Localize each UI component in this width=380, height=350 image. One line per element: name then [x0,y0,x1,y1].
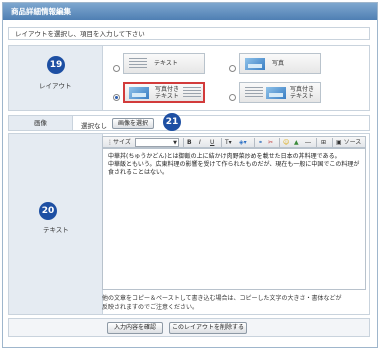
text-color-icon[interactable]: T▾ [225,138,232,147]
text-label-cell: 20 テキスト [9,134,103,314]
photo-icon [129,87,149,99]
source-icon: ▣ [336,139,342,146]
delete-layout-button[interactable]: このレイアウトを削除する [169,322,247,334]
image-label: 画像 [9,116,73,130]
editor-paragraph: 中華丼(ちゅうかどん)とは御飯の上に結かけ肉野菜炒めを載せた日本の丼料理である。 [108,153,341,160]
font-size-label: サイズ [113,139,131,146]
instruction-text: レイアウトを選択し、項目を入力して下さい [8,27,370,40]
photo-icon [266,87,286,99]
horizontal-rule-icon[interactable]: ― [305,138,311,147]
layout-option-label: テキスト [154,60,178,67]
step-badge-20: 20 [39,202,57,220]
layout-card-text[interactable]: テキスト [123,53,205,74]
layout-option-text-photo[interactable]: 写真付き テキスト [229,82,323,103]
layout-radio-photo-text[interactable] [113,94,120,101]
image-status: 選択なし [81,122,107,130]
layout-radio-photo[interactable] [229,65,236,72]
text-lines-icon [245,87,263,99]
step-badge-21: 21 [163,113,181,131]
unlink-icon[interactable]: ✂ [268,138,273,147]
italic-button[interactable]: I [199,138,201,147]
toolbar-divider [183,138,184,147]
select-image-button[interactable]: 画像を選択 [112,118,154,129]
font-size-select[interactable]: ▼ [135,138,179,147]
source-label: ソース [343,139,362,146]
layout-card-text-photo[interactable]: 写真付き テキスト [239,82,321,103]
action-bar: 入力内容を確認 このレイアウトを削除する [8,318,370,337]
editor-toolbar: ⋮ サイズ ▼ B I U T▾ ◈▾ ⚭ ✂ ☺ ▲ ― ⊞ ▣ ソース [102,136,366,148]
layout-option-photo-text[interactable]: 写真付き テキスト [113,82,207,103]
step-badge-19: 19 [47,56,65,74]
image-row: 画像 選択なし 画像を選択 21 [8,113,370,131]
paste-notice: 他の文章をコピー＆ペーストして書き込む場合は、コピーした文字の大きさ・書体などが… [102,294,366,312]
layout-card-photo-text[interactable]: 写真付き テキスト [123,82,205,103]
smiley-icon[interactable]: ☺ [283,138,289,147]
toolbar-divider [316,138,317,147]
paste-notice-line: 反映されますのでご注意ください。 [102,304,199,311]
layout-label: レイアウト [39,82,72,90]
layout-section: 19 レイアウト テキスト 写真 写真付き テキスト 写真付き テキスト [8,45,370,111]
toolbar-divider [279,138,280,147]
layout-label-cell: 19 レイアウト [9,46,103,110]
layout-option-photo[interactable]: 写真 [229,53,323,74]
toolbar-divider [332,138,333,147]
background-color-icon[interactable]: ◈▾ [239,138,247,147]
toolbar-divider [221,138,222,147]
layout-card-photo[interactable]: 写真 [239,53,321,74]
layout-radio-text[interactable] [113,65,120,72]
underline-button[interactable]: U [210,138,214,147]
text-lines-icon [129,58,147,70]
photo-icon [245,58,265,70]
chevron-down-icon: ▼ [173,140,177,146]
bold-button[interactable]: B [187,138,192,147]
editor-paragraph: 中華飯ともいう。広東料理の影響を受けて作られたものだが、現在も一般に中国でこの料… [108,161,360,176]
text-label: テキスト [43,226,69,234]
toolbar-divider [254,138,255,147]
source-button[interactable]: ▣ ソース [336,138,361,147]
layout-radio-text-photo[interactable] [229,94,236,101]
layout-option-label: 写真付き テキスト [290,86,315,100]
layout-option-label: 写真付き テキスト [155,86,180,100]
layout-option-label: 写真 [272,60,285,67]
paste-notice-line: 他の文章をコピー＆ペーストして書き込む場合は、コピーした文字の大きさ・書体などが [102,295,342,302]
text-lines-icon [183,87,201,99]
layout-option-text[interactable]: テキスト [113,53,207,74]
link-icon[interactable]: ⚭ [258,138,263,147]
table-icon[interactable]: ⊞ [321,138,326,147]
image-insert-icon[interactable]: ▲ [294,138,299,147]
panel-title: 商品詳細情報編集 [3,3,377,20]
rich-text-editor[interactable]: 中華丼(ちゅうかどん)とは御飯の上に結かけ肉野菜炒めを載せた日本の丼料理である。… [102,148,366,290]
confirm-input-button[interactable]: 入力内容を確認 [107,322,163,334]
